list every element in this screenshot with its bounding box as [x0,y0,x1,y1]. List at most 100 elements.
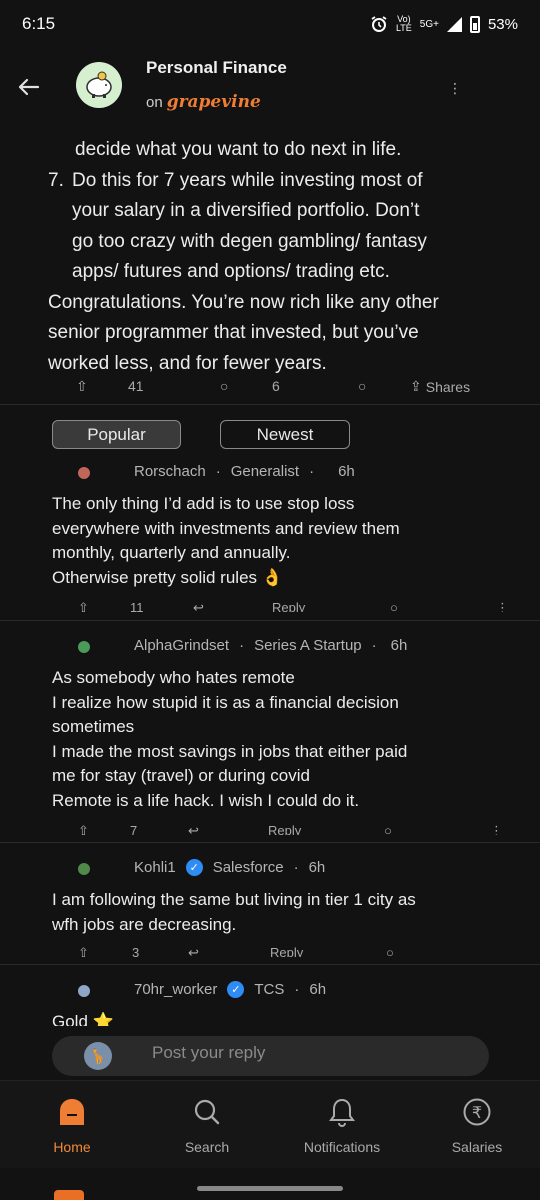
group-title[interactable]: Personal Finance [146,58,287,78]
volte-indicator: Vo) LTE [395,14,412,33]
piggy-bank-icon [86,71,112,98]
comment-line: monthly, quarterly and annually. [52,543,291,562]
meta-separator: · [309,463,315,480]
whatsapp-icon[interactable]: ○ [358,378,366,392]
network-type: 5G+ [419,18,439,30]
user-avatar: 🦒 [84,1042,112,1070]
share-button[interactable]: ⇪ Shares [410,378,470,392]
comment-line: The only thing I’d add is to use stop lo… [52,494,355,513]
comment-text: Gold ⭐ [52,1010,512,1026]
avatar[interactable] [78,467,90,479]
nav-search[interactable]: Search [147,1081,267,1169]
brand-name: grapevine [166,92,261,112]
post-line: Congratulations. You’re now rich like an… [48,291,439,313]
post-line: senior programmer that invested, but you… [48,322,419,343]
meta-separator: · [294,981,300,998]
status-indicators: Vo) LTE 5G+ 53% [370,15,518,33]
comment-line: I made the most savings in jobs that eit… [52,741,408,761]
reply-input[interactable]: 🦒 Post your reply [52,1036,489,1076]
comment-line: Otherwise pretty solid rules 👌 [52,567,283,587]
comment-author[interactable]: AlphaGrindset [134,637,229,654]
status-time: 6:15 [22,14,56,33]
reply-button[interactable]: Reply [270,945,303,957]
reply-button[interactable]: Reply [268,823,301,835]
nav-search-label: Search [184,1139,230,1155]
group-logo[interactable] [76,62,122,108]
meta-separator: · [215,463,221,480]
comment-meta: Kohli1 ✓ Salesforce · 6h [134,859,325,876]
comment-company: Salesforce [212,859,284,876]
comment-line: Gold ⭐ [52,1012,114,1026]
comment: Kohli1 ✓ Salesforce · 6h I am following … [0,858,540,958]
post-partial-line: decide what you want to do next in life. [75,139,402,160]
kebab-menu-icon[interactable]: ⋮ [490,823,503,835]
meta-separator: · [371,637,377,654]
list-number: 7. [48,169,64,191]
avatar[interactable] [78,641,90,653]
share-label: Shares [425,378,471,393]
home-icon [57,1097,87,1127]
reply-button[interactable]: Reply [272,600,305,612]
upvote-icon[interactable]: ⇧ [78,823,89,835]
home-peek [54,1190,84,1200]
comment: Rorschach · Generalist · 6h The only thi… [0,462,540,618]
comment-author[interactable]: 70hr_worker [134,981,217,998]
rupee-icon: ₹ [462,1097,492,1127]
upvote-icon[interactable]: ⇧ [78,600,89,612]
divider [0,964,540,965]
comment-line: sometimes [52,717,135,736]
comment-line: everywhere with investments and review t… [52,518,400,538]
post-line: apps/ futures and options/ trading etc. [72,261,390,282]
tab-newest[interactable]: Newest [220,420,350,449]
post-line: Do this for 7 years while investing most… [72,169,423,191]
whatsapp-icon[interactable]: ○ [386,945,394,957]
divider [0,620,540,621]
comment-actions: ⇧ 7 ↩ Reply ○ ⋮ [0,823,540,835]
verified-badge-icon: ✓ [185,859,203,876]
kebab-menu-icon[interactable]: ⋮ [496,600,509,612]
reply-icon[interactable]: ↩ [193,600,204,612]
whatsapp-icon[interactable]: ○ [390,600,398,612]
upvote-count: 7 [130,823,138,835]
post-body: decide what you want to do next in life.… [0,128,540,392]
whatsapp-icon[interactable]: ○ [384,823,392,835]
post-actions: ⇧ 41 ○ 6 ○ ⇪ Shares [0,378,540,392]
back-arrow-icon[interactable] [16,74,42,100]
post-upvote-button[interactable]: ⇧ [76,378,88,392]
nav-salaries-label: Salaries [451,1139,503,1155]
comment-author[interactable]: Kohli1 [134,859,176,876]
upvote-icon[interactable]: ⇧ [78,945,89,957]
bottom-nav: Home Search Notifications ₹ Salaries [0,1080,540,1168]
divider [0,842,540,843]
comment-text: The only thing I’d add is to use stop lo… [52,492,512,590]
gesture-bar[interactable] [197,1186,343,1191]
post-comment-count: 6 [272,378,280,392]
tab-popular[interactable]: Popular [52,420,181,449]
comment: AlphaGrindset · Series A Startup · 6h As… [0,636,540,836]
header-subtitle: on grapevine [146,92,261,112]
comment-line: I realize how stupid it is as a financia… [52,692,399,712]
avatar[interactable] [78,985,90,997]
reply-icon[interactable]: ↩ [188,945,199,957]
comment-meta: AlphaGrindset · Series A Startup · 6h [134,637,407,654]
nav-notifications-label: Notifications [303,1139,381,1155]
svg-text:₹: ₹ [472,1103,482,1122]
avatar[interactable] [78,863,90,875]
comment-line: Remote is a life hack. I wish I could do… [52,790,360,810]
divider [0,404,540,405]
upvote-count: 11 [130,600,144,612]
comment-time: 6h [308,859,326,876]
nav-salaries[interactable]: ₹ Salaries [417,1081,537,1169]
upvote-icon: ⇧ [76,378,88,392]
search-icon [192,1097,222,1127]
comment: 70hr_worker ✓ TCS · 6h Gold ⭐ [0,980,540,1026]
nav-home[interactable]: Home [12,1081,132,1169]
comment-author[interactable]: Rorschach [134,463,206,480]
comment-line: As somebody who hates remote [52,668,295,687]
kebab-menu-icon[interactable]: ⋮ [448,80,462,97]
status-bar: 6:15 Vo) LTE 5G+ 53% [0,0,540,48]
nav-notifications[interactable]: Notifications [282,1081,402,1169]
reply-icon[interactable]: ↩ [188,823,199,835]
comment-icon[interactable]: ○ [220,378,228,392]
comment-company: TCS [254,981,285,998]
